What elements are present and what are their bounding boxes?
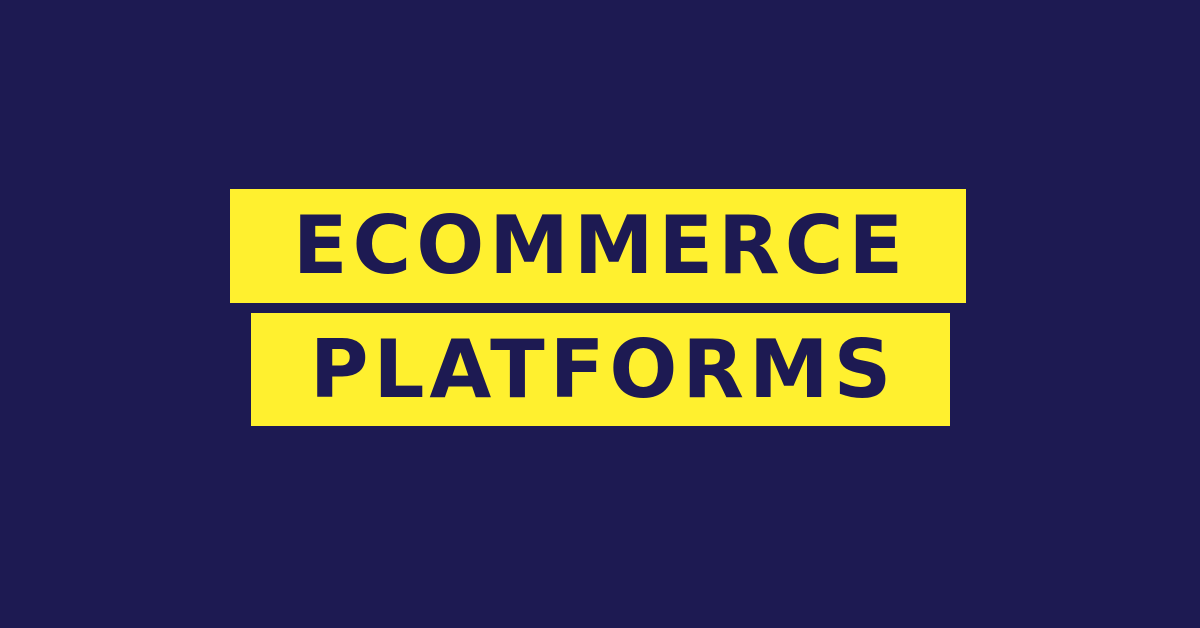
headline-line-2: PLATFORMS	[251, 313, 950, 426]
banner-canvas: ECOMMERCE PLATFORMS	[0, 0, 1200, 628]
headline-line-1: ECOMMERCE	[230, 189, 966, 303]
